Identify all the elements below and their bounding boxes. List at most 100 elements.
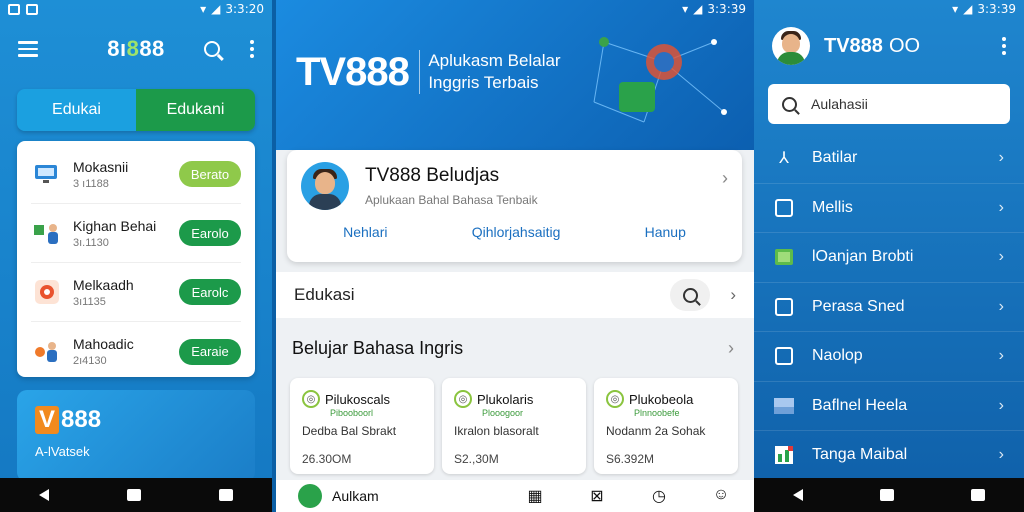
course-card[interactable]: ◎ Pilukoscals Pibooboorl Dedba Bal Sbrakt…	[290, 378, 434, 474]
more-icon[interactable]	[250, 40, 254, 58]
item-title: Mahoadic	[73, 336, 134, 352]
clock-icon[interactable]: ◷	[648, 486, 670, 506]
search-button[interactable]	[670, 279, 711, 311]
card-tag: Plnnoobefe	[634, 408, 680, 418]
menu-item-baflnel[interactable]: Baflnel Heela ›	[754, 382, 1024, 431]
card-price: S6.392M	[606, 452, 655, 466]
item-title: Kighan Behai	[73, 217, 157, 234]
menu-item-mellis[interactable]: Mellis ›	[754, 184, 1024, 233]
back-icon[interactable]	[792, 489, 803, 501]
search-icon	[682, 287, 698, 303]
promo-subtitle: A-lVatsek	[35, 444, 90, 459]
course-card[interactable]: ◎ Plukolaris Plooogoor Ikralon blasoralt …	[442, 378, 586, 474]
item-button[interactable]: Earaie	[179, 338, 241, 365]
menu-item-batilar[interactable]: ⅄ Batilar ›	[754, 134, 1024, 184]
list-item[interactable]: Melkaadh 3ı1135 Earolc	[31, 263, 241, 322]
recents-icon[interactable]	[971, 489, 986, 501]
course-icon: ◎	[606, 390, 624, 408]
menu-icon[interactable]	[18, 41, 38, 57]
status-time: 3:3:20	[225, 2, 264, 16]
chevron-right-icon[interactable]: ›	[722, 168, 728, 189]
avatar[interactable]	[772, 27, 810, 65]
course-card[interactable]: ◎ Plukobeola Plnnoobefe Nodanm 2a Sohak S…	[594, 378, 738, 474]
recents-icon[interactable]	[219, 489, 233, 501]
search-icon[interactable]	[204, 41, 220, 57]
bookmark-icon[interactable]: ⊠	[586, 486, 608, 506]
item-title: Melkaadh	[73, 276, 134, 293]
right-screen: ▾ ◢ 3:3:39 TV888 OO Aulahasii ⅄ Batilar › Mel…	[754, 0, 1024, 512]
item-button[interactable]: Earolc	[179, 279, 241, 305]
network-illustration-icon	[593, 37, 727, 123]
chevron-right-icon[interactable]: ›	[730, 285, 736, 305]
target-icon	[31, 277, 63, 307]
drawer-menu: ⅄ Batilar › Mellis › lOanjan Brobti › Perasa…	[754, 134, 1024, 481]
profile-card[interactable]: TV888 Beludjas Aplukaan Bahal Bahasa Ten…	[287, 150, 742, 262]
bottom-nav: Aulkam ▦ ⊠ ◷ ☺	[276, 480, 754, 512]
search-row[interactable]: Edukasi ›	[276, 272, 754, 318]
list-item[interactable]: Mokasnii 3 ı1188 Berato	[31, 145, 241, 204]
drawer-title: TV888 OO	[824, 34, 921, 57]
search-input[interactable]: Aulahasii	[768, 84, 1010, 124]
status-time: 3:3:39	[707, 2, 746, 16]
profile-link-nehlari[interactable]: Nehlari	[343, 224, 387, 240]
item-sub: 3ı.1130	[73, 236, 109, 249]
chevron-right-icon: ›	[998, 347, 1004, 365]
back-icon[interactable]	[39, 489, 49, 501]
menu-item-naolop[interactable]: Naolop ›	[754, 332, 1024, 382]
status-bar: ▾ ◢ 3:3:20	[0, 0, 272, 18]
signal-icon: ◢	[693, 2, 703, 16]
menu-item-oanjan[interactable]: lOanjan Brobti ›	[754, 233, 1024, 283]
card-title: Plukobeola	[629, 391, 694, 407]
left-screen: ▾ ◢ 3:3:20 8ı888 Edukai Edukani Mokasnii 3 …	[0, 0, 272, 512]
bird-icon: ⅄	[779, 150, 789, 168]
search-placeholder: Aulahasii	[811, 96, 868, 112]
course-icon: ◎	[454, 390, 472, 408]
promo-banner[interactable]: V 888 A-lVatsek	[17, 390, 255, 482]
item-button[interactable]: Berato	[179, 161, 241, 187]
card-desc: Ikralon blasoralt	[454, 424, 539, 438]
menu-item-tanga[interactable]: Tanga Maibal ›	[754, 431, 1024, 481]
home-icon[interactable]	[879, 489, 894, 501]
chart-icon	[774, 445, 794, 465]
bottom-label[interactable]: Aulkam	[332, 488, 379, 504]
profile-link-hanup[interactable]: Hanup	[645, 224, 686, 240]
teacher-icon	[31, 218, 63, 248]
notification-icon	[26, 3, 38, 15]
home-icon[interactable]	[127, 489, 141, 501]
item-title: Mokasnii	[73, 158, 129, 175]
signal-icon: ◢	[963, 2, 973, 16]
chevron-right-icon: ›	[998, 248, 1004, 266]
tab-bar: Edukai Edukani	[17, 89, 255, 131]
card-title: Pilukoscals	[325, 391, 391, 407]
item-button[interactable]: Earolo	[179, 220, 241, 246]
wifi-icon: ▾	[682, 2, 689, 16]
smiley-icon[interactable]: ☺	[710, 486, 732, 506]
calendar-icon[interactable]: ▦	[524, 486, 546, 506]
chevron-right-icon: ›	[998, 149, 1004, 167]
profile-link-qihlor[interactable]: Qihlorjahsaitig	[472, 224, 561, 240]
card-tag: Plooogoor	[482, 408, 524, 418]
card-tag: Pibooboorl	[330, 408, 374, 418]
course-cards: ◎ Pilukoscals Pibooboorl Dedba Bal Sbrakt…	[290, 378, 738, 474]
card-price: S2.,30M	[454, 452, 499, 466]
app-icon[interactable]	[298, 484, 322, 508]
profile-description: Aplukaan Bahal Bahasa Tenbaik	[365, 193, 538, 207]
image-icon	[774, 396, 794, 416]
search-label: Edukasi	[294, 285, 355, 304]
item-sub: 2ı4130	[73, 355, 107, 367]
status-time: 3:3:39	[977, 2, 1016, 16]
chevron-right-icon: ›	[998, 446, 1004, 464]
section-header[interactable]: Belujar Bahasa Ingris ›	[292, 338, 734, 359]
app-logo: 8ı888	[107, 36, 165, 61]
chevron-right-icon[interactable]: ›	[728, 338, 734, 359]
chevron-right-icon: ›	[998, 396, 1004, 414]
menu-item-perasa[interactable]: Perasa Sned ›	[754, 283, 1024, 332]
more-icon[interactable]	[1002, 37, 1006, 55]
list-item[interactable]: Mahoadic 2ı4130 Earaie	[31, 322, 241, 381]
tab-edukani[interactable]: Edukani	[136, 89, 255, 131]
wifi-icon: ▾	[200, 2, 207, 16]
group-icon	[31, 337, 63, 367]
list-item[interactable]: Kighan Behai 3ı.1130 Earolo	[31, 204, 241, 263]
tab-edukai[interactable]: Edukai	[17, 89, 136, 131]
wifi-icon: ▾	[952, 2, 959, 16]
